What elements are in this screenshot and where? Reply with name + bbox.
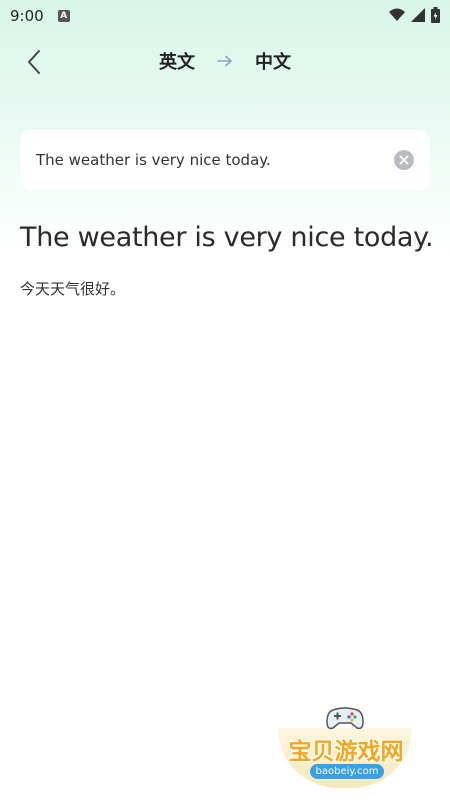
clear-icon[interactable] bbox=[394, 150, 414, 170]
signal-icon bbox=[411, 8, 425, 22]
header: 英文 中文 bbox=[0, 40, 450, 84]
source-language[interactable]: 英文 bbox=[159, 48, 195, 74]
watermark-logo: 宝贝游戏网 baobeiy.com bbox=[270, 700, 420, 792]
status-icons bbox=[389, 7, 440, 23]
target-language[interactable]: 中文 bbox=[255, 48, 291, 74]
status-time: 9:00 bbox=[10, 7, 44, 25]
watermark-url: baobeiy.com bbox=[310, 764, 384, 779]
watermark-title: 宝贝游戏网 bbox=[288, 739, 404, 765]
input-card[interactable]: The weather is very nice today. bbox=[20, 130, 430, 190]
arrow-right-icon bbox=[217, 55, 233, 67]
source-text: The weather is very nice today. bbox=[20, 222, 434, 253]
translation-input[interactable]: The weather is very nice today. bbox=[36, 151, 394, 169]
language-switch[interactable]: 英文 中文 bbox=[0, 48, 450, 74]
translated-text: 今天天气很好。 bbox=[20, 280, 126, 298]
status-bar: 9:00 A bbox=[0, 0, 450, 32]
wifi-icon bbox=[389, 8, 405, 21]
battery-icon bbox=[431, 7, 440, 23]
app-notification-icon: A bbox=[57, 10, 70, 22]
gamepad-icon bbox=[326, 707, 364, 730]
